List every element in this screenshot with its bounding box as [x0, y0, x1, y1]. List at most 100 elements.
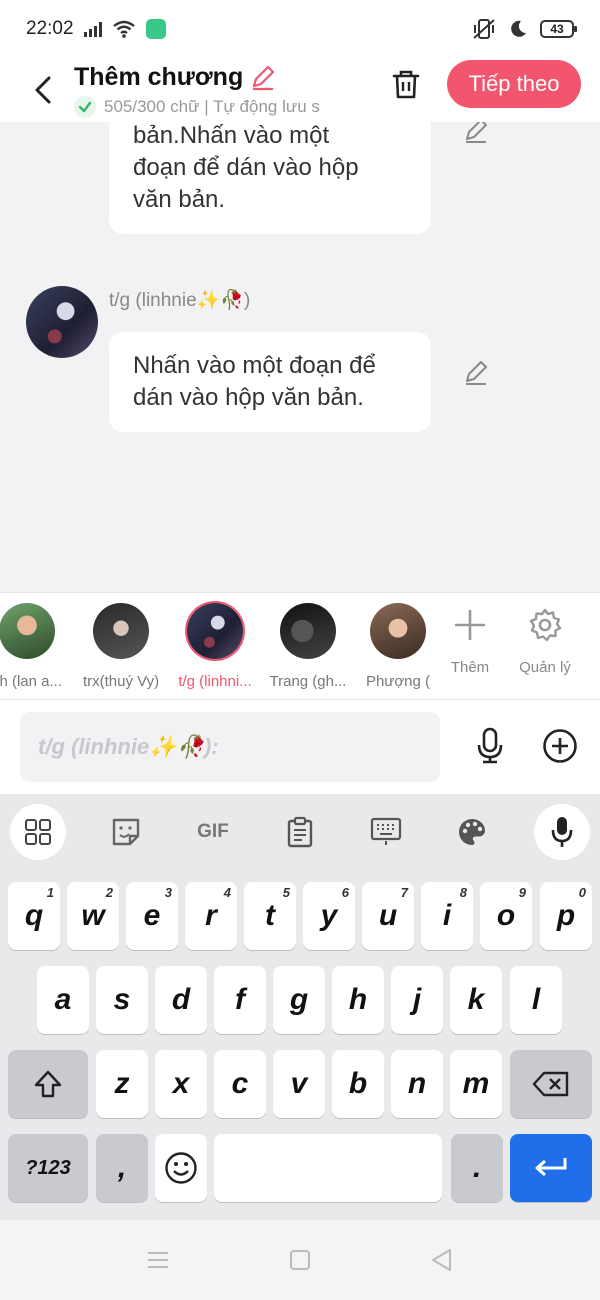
message-input-bar: t/g (linhnie✨🥀): [0, 700, 600, 794]
key-hint: 7 [400, 885, 408, 900]
key-a[interactable]: a [37, 966, 89, 1034]
navigation-bar [0, 1220, 600, 1300]
character-item[interactable]: t/g (linhni... [170, 603, 260, 690]
key-z[interactable]: z [96, 1050, 148, 1118]
backspace-key[interactable] [510, 1050, 592, 1118]
symbols-key[interactable]: ?123 [8, 1134, 88, 1202]
key-k[interactable]: k [450, 966, 502, 1034]
message-bubble[interactable]: Nhấn vào một đoạn để dán vào hộp văn bản… [109, 332, 431, 432]
emoji-key[interactable] [155, 1134, 207, 1202]
message-bubble[interactable]: bản.Nhấn vào một đoạn để dán vào hộp văn… [109, 122, 431, 234]
character-item[interactable]: ch (lan a... [0, 603, 72, 690]
voice-input-button[interactable] [468, 724, 512, 768]
theme-button[interactable] [444, 804, 500, 860]
message-input[interactable]: t/g (linhnie✨🥀): [20, 712, 440, 782]
back-arrow-icon [35, 76, 51, 104]
key-c[interactable]: c [214, 1050, 266, 1118]
menu-icon[interactable] [144, 1246, 172, 1274]
chat-area[interactable]: bản.Nhấn vào một đoạn để dán vào hộp văn… [0, 122, 600, 592]
key-d[interactable]: d [155, 966, 207, 1034]
back-nav-icon[interactable] [428, 1246, 456, 1274]
character-item[interactable]: trx(thuý Vy) [76, 603, 166, 690]
clipboard-button[interactable] [272, 804, 328, 860]
manage-label: Quản lý [519, 659, 571, 676]
gif-button[interactable]: GIF [185, 804, 241, 860]
chapter-title-text: Thêm chương [74, 62, 244, 91]
attach-button[interactable] [538, 724, 582, 768]
trash-icon [392, 70, 420, 99]
avatar[interactable] [26, 286, 98, 358]
sender-name: t/g (linhnie✨🥀) [109, 290, 251, 311]
space-key[interactable] [214, 1134, 442, 1202]
character-item[interactable]: Trang (gh... [263, 603, 353, 690]
edit-message-icon[interactable] [462, 122, 490, 144]
sticker-button[interactable] [98, 804, 154, 860]
enter-icon [535, 1158, 567, 1177]
edit-message-icon[interactable] [462, 358, 490, 386]
period-key[interactable]: . [451, 1134, 503, 1202]
key-i[interactable]: i8 [421, 882, 473, 950]
backspace-icon [532, 1071, 569, 1097]
character-item[interactable]: Phượng ( [353, 603, 443, 690]
key-o[interactable]: o9 [480, 882, 532, 950]
app-notification-icon [145, 19, 166, 39]
delete-button[interactable] [386, 64, 426, 104]
key-label: q [24, 899, 44, 932]
key-s[interactable]: s [96, 966, 148, 1034]
enter-key[interactable] [510, 1134, 592, 1202]
shift-icon [34, 1070, 62, 1098]
character-name: Trang (gh... [269, 673, 347, 690]
key-b[interactable]: b [332, 1050, 384, 1118]
key-hint: 0 [578, 885, 586, 900]
save-status: 505/300 chữ | Tự động lưu s [74, 95, 360, 118]
message-line: bản.Nhấn vào một [133, 122, 330, 149]
key-j[interactable]: j [391, 966, 443, 1034]
comma-key[interactable]: , [96, 1134, 148, 1202]
character-selector: ch (lan a... trx(thuý Vy) t/g (linhni...… [0, 592, 600, 700]
key-p[interactable]: p0 [540, 882, 592, 950]
clipboard-icon [287, 816, 313, 848]
key-f[interactable]: f [214, 966, 266, 1034]
key-u[interactable]: u7 [362, 882, 414, 950]
key-label: e [143, 899, 161, 932]
message-line: văn bản. [133, 186, 226, 213]
key-e[interactable]: e3 [126, 882, 178, 950]
add-character-button[interactable]: Thêm [435, 607, 505, 676]
edit-title-icon[interactable] [249, 63, 277, 91]
key-r[interactable]: r4 [185, 882, 237, 950]
keyboard-voice-button[interactable] [534, 804, 590, 860]
character-avatar [93, 603, 149, 659]
grid-icon [25, 819, 51, 845]
keyboard-menu-button[interactable] [10, 804, 66, 860]
key-label: i [442, 899, 452, 932]
status-bar: 22:02 43 [0, 0, 600, 58]
key-t[interactable]: t5 [244, 882, 296, 950]
next-button[interactable]: Tiếp theo [447, 60, 581, 108]
key-n[interactable]: n [391, 1050, 443, 1118]
microphone-icon [477, 727, 503, 764]
key-hint: 8 [459, 885, 467, 900]
key-h[interactable]: h [332, 966, 384, 1034]
character-avatar [187, 603, 243, 659]
back-button[interactable] [18, 65, 68, 115]
chapter-title[interactable]: Thêm chương [74, 63, 374, 92]
key-x[interactable]: x [155, 1050, 207, 1118]
manage-characters-button[interactable]: Quản lý [510, 607, 580, 676]
signal-icon [83, 21, 102, 37]
home-icon[interactable] [286, 1246, 314, 1274]
character-name: t/g (linhni... [178, 673, 252, 690]
key-m[interactable]: m [450, 1050, 502, 1118]
message-line: dán vào hộp văn bản. [133, 384, 364, 411]
character-avatar [280, 603, 336, 659]
key-label: o [496, 899, 516, 932]
shift-key[interactable] [8, 1050, 88, 1118]
key-v[interactable]: v [273, 1050, 325, 1118]
key-g[interactable]: g [273, 966, 325, 1034]
key-q[interactable]: q1 [8, 882, 60, 950]
key-w[interactable]: w2 [67, 882, 119, 950]
character-avatar [0, 603, 55, 659]
keyboard-layout-button[interactable] [358, 804, 414, 860]
key-y[interactable]: y6 [303, 882, 355, 950]
key-l[interactable]: l [510, 966, 562, 1034]
message-line: Nhấn vào một đoạn để [133, 352, 376, 379]
